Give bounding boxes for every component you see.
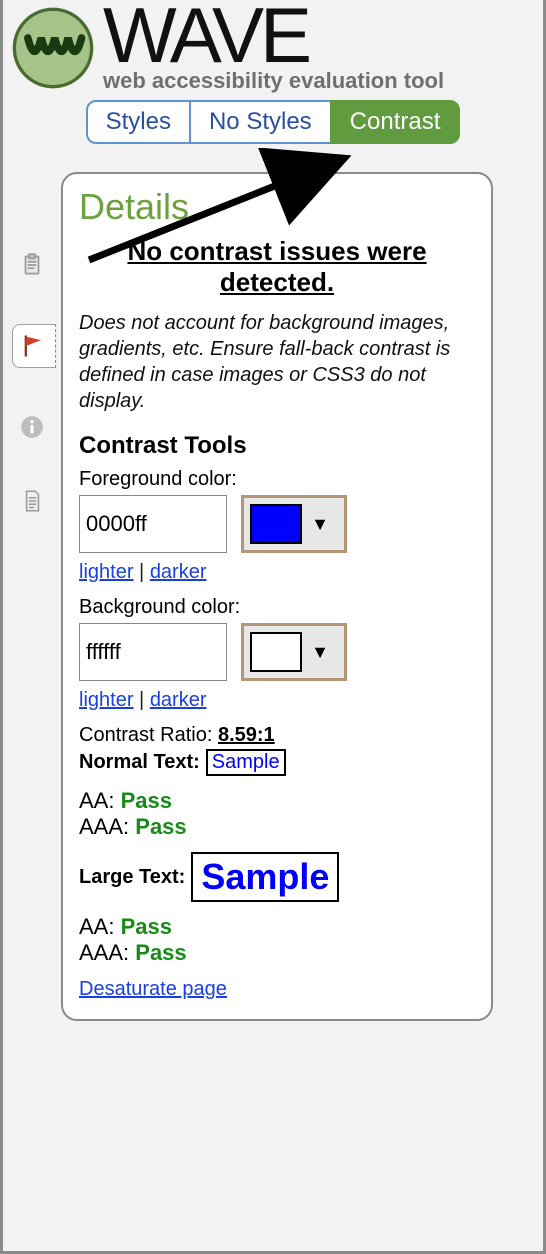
tab-contrast[interactable]: Contrast <box>330 100 461 144</box>
large-aaa-result: Pass <box>135 940 186 965</box>
view-tabs: Styles No Styles Contrast <box>3 100 543 144</box>
background-swatch <box>250 632 302 672</box>
tab-styles[interactable]: Styles <box>86 100 191 144</box>
background-hex-input[interactable] <box>79 623 227 681</box>
header: WAVE web accessibility evaluation tool <box>3 0 543 92</box>
large-text-label: Large Text: <box>79 866 185 889</box>
normal-text-label: Normal Text: <box>79 751 200 774</box>
background-label: Background color: <box>79 596 475 619</box>
normal-text-sample: Sample <box>206 749 286 776</box>
tab-no-styles[interactable]: No Styles <box>191 100 330 144</box>
background-darker-link[interactable]: darker <box>150 689 207 711</box>
foreground-hex-input[interactable] <box>79 495 227 553</box>
normal-aaa-label: AAA: <box>79 814 129 839</box>
large-aa-result: Pass <box>121 914 172 939</box>
foreground-label: Foreground color: <box>79 468 475 491</box>
disclaimer-text: Does not account for background images, … <box>79 310 475 414</box>
chevron-down-icon[interactable]: ▼ <box>302 514 338 535</box>
details-panel: Details No contrast issues were detected… <box>61 172 493 1021</box>
large-aa-label: AA: <box>79 914 114 939</box>
background-color-picker[interactable]: ▼ <box>241 623 347 681</box>
separator: | <box>139 561 150 583</box>
background-lighter-link[interactable]: lighter <box>79 689 133 711</box>
no-contrast-issues-message: No contrast issues were detected. <box>79 236 475 298</box>
contrast-ratio-label: Contrast Ratio: <box>79 724 212 746</box>
contrast-tools-heading: Contrast Tools <box>79 432 475 460</box>
contrast-ratio: Contrast Ratio: 8.59:1 <box>79 724 475 747</box>
normal-aaa-result: Pass <box>135 814 186 839</box>
side-rail <box>13 250 51 516</box>
brand-tagline: web accessibility evaluation tool <box>103 70 444 92</box>
large-aaa-label: AAA: <box>79 940 129 965</box>
large-text-sample: Sample <box>191 852 339 902</box>
foreground-lighter-link[interactable]: lighter <box>79 561 133 583</box>
document-icon[interactable] <box>17 486 47 516</box>
info-icon[interactable] <box>17 412 47 442</box>
flag-icon[interactable] <box>12 324 56 368</box>
clipboard-icon[interactable] <box>17 250 47 280</box>
panel-title: Details <box>79 186 475 228</box>
desaturate-page-link[interactable]: Desaturate page <box>79 978 227 1000</box>
normal-aa-result: Pass <box>121 788 172 813</box>
chevron-down-icon[interactable]: ▼ <box>302 642 338 663</box>
foreground-darker-link[interactable]: darker <box>150 561 207 583</box>
wave-logo-icon <box>11 6 95 90</box>
separator: | <box>139 689 150 711</box>
brand-name: WAVE <box>103 0 444 74</box>
normal-aa-label: AA: <box>79 788 114 813</box>
foreground-swatch <box>250 504 302 544</box>
contrast-ratio-value: 8.59:1 <box>218 724 275 746</box>
foreground-color-picker[interactable]: ▼ <box>241 495 347 553</box>
